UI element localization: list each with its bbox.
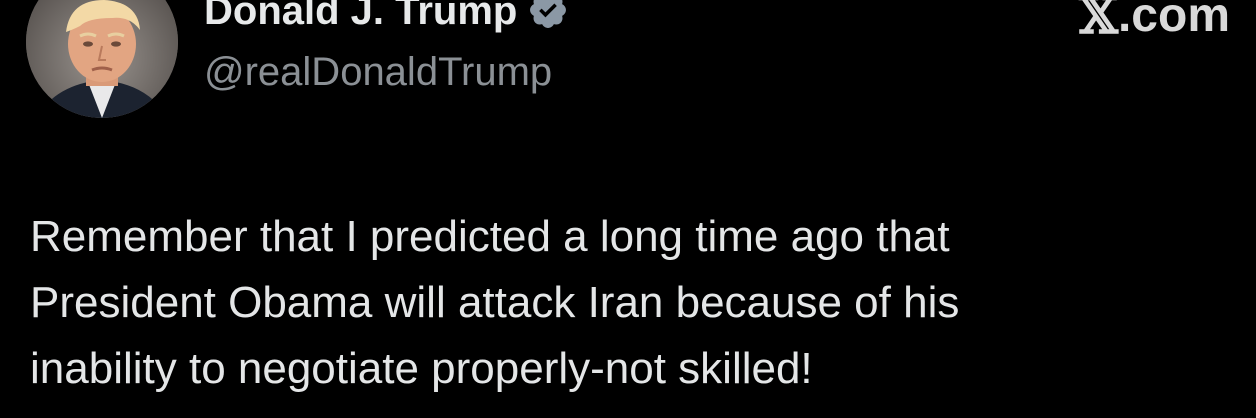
author-display-name[interactable]: Donald J. Trump [204, 0, 517, 34]
profile-photo-icon [26, 0, 178, 118]
author-name-row[interactable]: Donald J. Trump [204, 0, 569, 36]
verified-badge-icon [527, 0, 569, 31]
author-handle[interactable]: @realDonaldTrump [204, 50, 552, 95]
x-brand-watermark: 𝕏 .com [1079, 0, 1230, 46]
brand-domain: .com [1117, 0, 1230, 42]
tweet-screenshot: Donald J. Trump @realDonaldTrump 𝕏 .com … [0, 0, 1256, 418]
avatar[interactable] [26, 0, 178, 118]
tweet-text: Remember that I predicted a long time ag… [30, 212, 960, 393]
x-logo-icon: 𝕏 [1079, 0, 1118, 45]
